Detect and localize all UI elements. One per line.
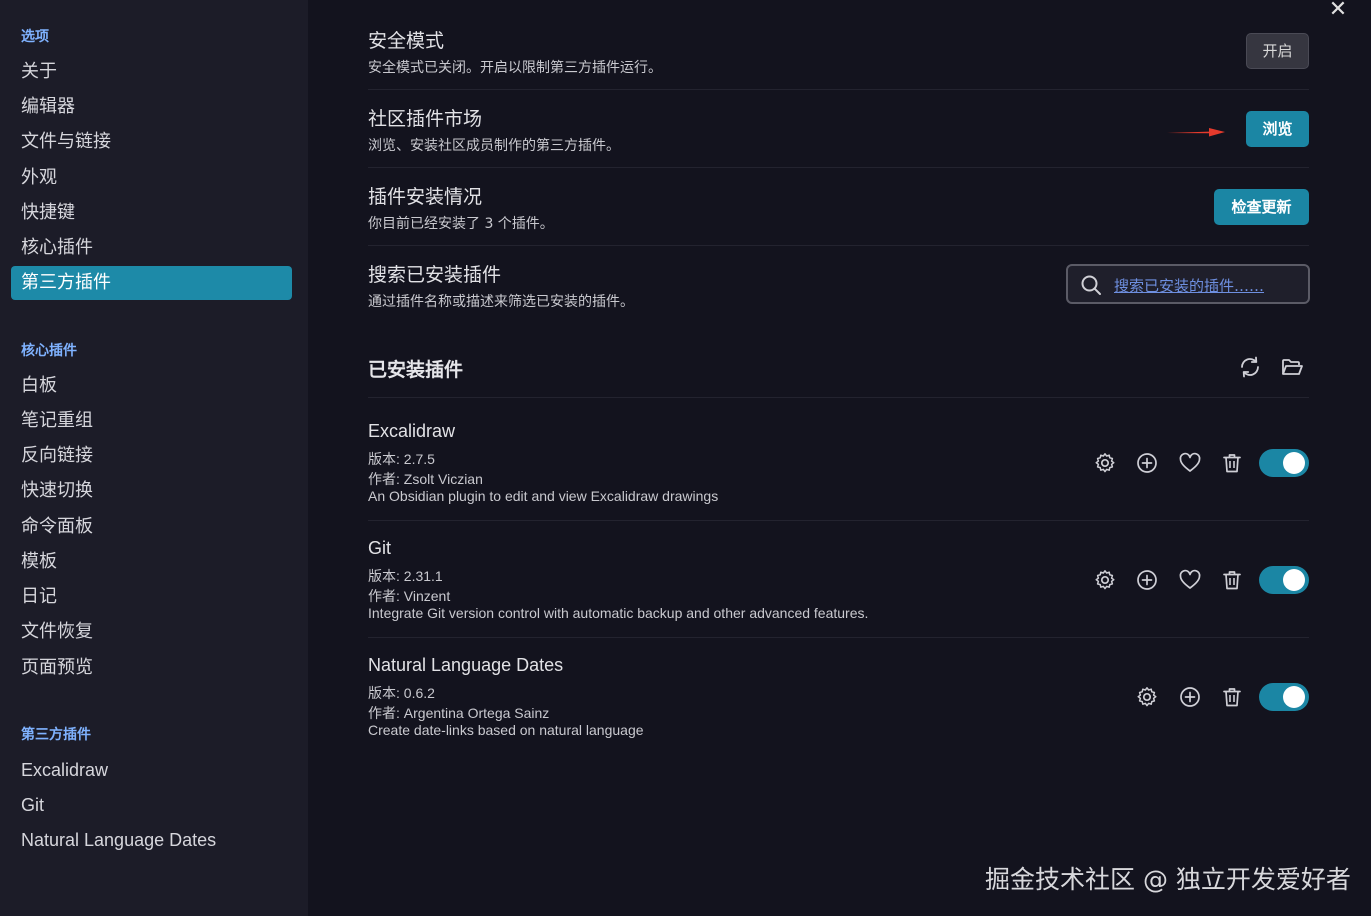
settings-sidebar: 选项 关于 编辑器 文件与链接 外观 快捷键 核心插件 第三方插件 核心插件 白… — [0, 0, 308, 916]
browse-button[interactable]: 浏览 — [1246, 111, 1309, 147]
market-desc: 浏览、安装社区成员制作的第三方插件。 — [368, 138, 620, 154]
divider — [368, 637, 1309, 638]
search-icon — [1081, 275, 1101, 295]
trash-icon[interactable] — [1220, 568, 1244, 592]
sidebar-item-hotkeys[interactable]: 快捷键 — [11, 196, 292, 230]
safe-mode-title: 安全模式 — [368, 30, 445, 52]
trash-icon[interactable] — [1220, 685, 1244, 709]
plugin-description: An Obsidian plugin to edit and view Exca… — [368, 488, 719, 504]
sidebar-item-canvas[interactable]: 白板 — [11, 369, 292, 403]
divider — [368, 245, 1309, 246]
sidebar-item-files-links[interactable]: 文件与链接 — [11, 125, 292, 159]
plugin-enabled-toggle[interactable] — [1259, 566, 1309, 594]
plugin-version: 版本: 2.7.5 — [368, 451, 435, 467]
toggle-knob — [1283, 452, 1305, 474]
heart-icon[interactable] — [1178, 568, 1202, 592]
installed-plugins-heading: 已安装插件 — [368, 359, 464, 381]
sidebar-item-templates[interactable]: 模板 — [11, 545, 292, 579]
sidebar-core-header: 核心插件 — [21, 343, 77, 359]
plugin-version: 版本: 2.31.1 — [368, 568, 443, 584]
close-icon[interactable]: ✕ — [1326, 0, 1350, 22]
search-plugins-title: 搜索已安装插件 — [368, 264, 502, 286]
toggle-knob — [1283, 569, 1305, 591]
sidebar-item-natural-language-dates[interactable]: Natural Language Dates — [11, 823, 292, 857]
sidebar-item-editor[interactable]: 编辑器 — [11, 90, 292, 124]
toggle-knob — [1283, 686, 1305, 708]
sidebar-item-core-plugins[interactable]: 核心插件 — [11, 231, 292, 265]
plugin-name: Natural Language Dates — [368, 655, 564, 675]
trash-icon[interactable] — [1220, 451, 1244, 475]
search-installed-input[interactable]: 搜索已安装的插件…… — [1066, 264, 1310, 304]
sidebar-item-community-plugins[interactable]: 第三方插件 — [11, 266, 292, 300]
sidebar-item-about[interactable]: 关于 — [11, 55, 292, 89]
sidebar-item-git[interactable]: Git — [11, 788, 292, 822]
heart-icon[interactable] — [1178, 451, 1202, 475]
sidebar-item-excalidraw[interactable]: Excalidraw — [11, 753, 292, 787]
gear-icon[interactable] — [1093, 451, 1117, 475]
add-hotkey-icon[interactable] — [1135, 451, 1159, 475]
installed-status-title: 插件安装情况 — [368, 186, 483, 208]
sidebar-item-daily-notes[interactable]: 日记 — [11, 580, 292, 614]
sidebar-item-backlinks[interactable]: 反向链接 — [11, 439, 292, 473]
safe-mode-enable-button[interactable]: 开启 — [1246, 33, 1309, 69]
sidebar-item-page-preview[interactable]: 页面预览 — [11, 651, 292, 685]
plugin-description: Create date-links based on natural langu… — [368, 722, 644, 738]
divider — [368, 167, 1309, 168]
add-hotkey-icon[interactable] — [1178, 685, 1202, 709]
plugin-version: 版本: 0.6.2 — [368, 685, 435, 701]
check-updates-button[interactable]: 检查更新 — [1214, 189, 1309, 225]
sidebar-community-header: 第三方插件 — [21, 727, 91, 743]
sidebar-options-header: 选项 — [21, 29, 49, 45]
red-arrow-icon — [1167, 128, 1225, 137]
search-plugins-desc: 通过插件名称或描述来筛选已安装的插件。 — [368, 294, 634, 310]
add-hotkey-icon[interactable] — [1135, 568, 1159, 592]
market-title: 社区插件市场 — [368, 108, 483, 130]
plugin-enabled-toggle[interactable] — [1259, 449, 1309, 477]
plugin-name: Git — [368, 538, 392, 558]
gear-icon[interactable] — [1093, 568, 1117, 592]
sidebar-item-command-palette[interactable]: 命令面板 — [11, 510, 292, 544]
plugin-enabled-toggle[interactable] — [1259, 683, 1309, 711]
safe-mode-desc: 安全模式已关闭。开启以限制第三方插件运行。 — [368, 60, 662, 76]
sidebar-item-note-composer[interactable]: 笔记重组 — [11, 404, 292, 438]
plugin-author: 作者: Vinzent — [368, 588, 451, 604]
gear-icon[interactable] — [1135, 685, 1159, 709]
plugin-description: Integrate Git version control with autom… — [368, 605, 869, 621]
folder-open-icon[interactable] — [1280, 355, 1304, 379]
plugin-author: 作者: Zsolt Viczian — [368, 471, 483, 487]
refresh-icon[interactable] — [1238, 355, 1262, 379]
divider — [368, 520, 1309, 521]
sidebar-item-quick-switcher[interactable]: 快速切换 — [11, 474, 292, 508]
watermark: 掘金技术社区 @ 独立开发爱好者 — [985, 865, 1351, 894]
installed-status-desc: 你目前已经安装了 3 个插件。 — [368, 216, 554, 232]
divider — [368, 89, 1309, 90]
sidebar-item-appearance[interactable]: 外观 — [11, 161, 292, 195]
divider — [368, 397, 1309, 398]
plugin-name: Excalidraw — [368, 421, 456, 441]
search-placeholder: 搜索已安装的插件…… — [1114, 277, 1265, 295]
sidebar-item-file-recovery[interactable]: 文件恢复 — [11, 615, 292, 649]
plugin-author: 作者: Argentina Ortega Sainz — [368, 705, 550, 721]
